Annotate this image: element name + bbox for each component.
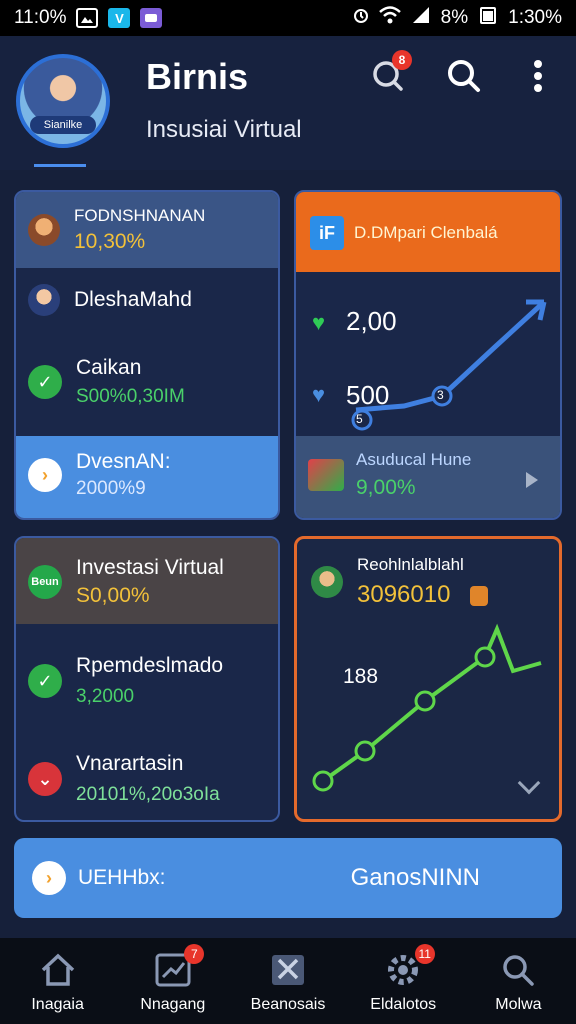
heart-icon: ♥: [312, 310, 326, 335]
nav-label: Eldalotos: [370, 996, 437, 1013]
bag-icon: [469, 586, 488, 606]
highlighted-row-content: Asuducal Hune 9,00%: [308, 450, 560, 500]
card-header-row: FODNSHNANAN 10,30%: [28, 206, 278, 254]
notification-button[interactable]: 8: [366, 50, 412, 98]
list-item-label: DvesnAN:: [76, 450, 171, 473]
avatar-icon: [28, 214, 60, 246]
chart-point: [474, 646, 496, 668]
notification-badge: 8: [392, 50, 412, 70]
wifi-icon: [378, 6, 401, 30]
growth-line-chart: [351, 299, 547, 431]
nav-item-home[interactable]: Inagaia: [0, 938, 115, 1024]
play-icon[interactable]: [526, 472, 538, 488]
card-header-label: D.DMpari Clenbalá: [354, 223, 498, 242]
status-bar: 11:0% V 8% 1:30%: [0, 0, 576, 36]
tools-icon: [272, 955, 304, 985]
avatar-icon: [28, 284, 60, 316]
card-header-value: S0,00%: [76, 584, 150, 607]
badge-icon: Beun: [28, 565, 62, 599]
money-icon: [308, 459, 344, 491]
chart-point-label: 3: [437, 388, 444, 402]
nav-label: Molwa: [495, 996, 542, 1013]
card-header-label: Investasi Virtual: [76, 556, 224, 579]
list-item-value: 3,2000: [76, 686, 135, 707]
nav-label: Inagaia: [31, 996, 84, 1013]
list-item[interactable]: ✓ Rpemdeslmado 3,2000: [28, 654, 278, 708]
more-options-button[interactable]: [516, 54, 560, 98]
portfolio-card[interactable]: FODNSHNANAN 10,30% DleshaMahd ✓ Caikan S…: [14, 190, 280, 520]
home-icon: [41, 953, 74, 986]
chart-point: [312, 770, 334, 792]
list-item-label: Vnarartasin: [76, 752, 184, 775]
card-header-row: Beun Investasi Virtual S0,00%: [28, 556, 278, 608]
investment-card[interactable]: Beun Investasi Virtual S0,00% ✓ Rpemdesl…: [14, 536, 280, 822]
chart-point: [354, 740, 376, 762]
performance-card[interactable]: Reohlnlalblahl 3096010 188: [294, 536, 562, 822]
chevron-right-icon: ›: [32, 861, 66, 895]
search-button[interactable]: [442, 54, 486, 98]
nav-label: Nnagang: [140, 996, 206, 1013]
page-subtitle: Insusiai Virtual: [146, 116, 302, 143]
card-header-row: iF D.DMpari Clenbalá: [310, 216, 560, 250]
battery-icon: [478, 5, 498, 31]
nav-item-business[interactable]: Beanosais: [230, 938, 345, 1024]
nav-item-manage[interactable]: 7 Nnagang: [115, 938, 230, 1024]
check-icon: ✓: [28, 664, 62, 698]
alarm-icon: [353, 6, 369, 30]
avatar-underline: [34, 164, 86, 167]
search-icon: [503, 955, 535, 986]
action-value: GanosNINN: [350, 864, 480, 891]
list-item[interactable]: ✓ Caikan S00%0,30IM: [28, 356, 278, 408]
avatar-icon: [311, 566, 343, 598]
battery-percent: 8%: [440, 7, 469, 28]
heart-icon: ♥: [312, 382, 326, 407]
nav-item-settings[interactable]: 11 Eldalotos: [346, 938, 461, 1024]
chart-point-label: 5: [356, 412, 363, 426]
highlighted-row-content: › DvesnAN: 2000%9: [28, 450, 278, 500]
bottom-navigation: Inagaia 7 Nnagang Beanosais 11 Eldalotos…: [0, 938, 576, 1024]
chart-point: [414, 690, 436, 712]
action-label: UEHHbx:: [78, 866, 166, 889]
chart-value-mid: 500: [346, 380, 390, 410]
check-icon: ✓: [28, 365, 62, 399]
card-header-value: 3096010: [357, 581, 451, 608]
nav-badge: 11: [414, 944, 435, 964]
list-item[interactable]: ⌄ Vnarartasin 20101%,20o3oIa: [28, 752, 278, 806]
signal-icon: [411, 6, 431, 30]
nav-item-search[interactable]: Molwa: [461, 938, 576, 1024]
card-header-label: FODNSHNANAN: [74, 206, 206, 225]
list-item-value: S00%0,30IM: [76, 386, 185, 407]
list-item[interactable]: DleshaMahd: [28, 284, 278, 316]
list-item-value: 9,00%: [356, 476, 416, 499]
page-title: Birnis: [146, 56, 249, 97]
list-item-label: DleshaMahd: [74, 288, 192, 311]
list-item-label: Rpemdeslmado: [76, 654, 224, 677]
app-logo-icon: iF: [310, 216, 344, 250]
card-header-value: 10,30%: [74, 230, 146, 253]
list-item-value: 2000%9: [76, 478, 146, 499]
nav-badge: 7: [184, 944, 205, 964]
chevron-down-icon: ⌄: [28, 762, 62, 796]
list-item-value: 20101%,20o3oIa: [76, 784, 220, 805]
avatar-tag: Sianilke: [30, 116, 96, 134]
nav-label: Beanosais: [250, 996, 326, 1013]
list-item-label: Asuducal Hune: [356, 450, 472, 469]
status-time-left: 11:0%: [14, 7, 67, 28]
more-vertical-icon: [534, 60, 542, 92]
status-time-right: 1:30%: [508, 7, 562, 28]
vimeo-icon: V: [108, 8, 131, 28]
chevron-right-icon: ›: [28, 458, 62, 492]
avatar[interactable]: Sianilke: [16, 54, 110, 148]
chat-app-icon: [140, 8, 163, 28]
primary-action-button[interactable]: › UEHHbx: GanosNINN: [14, 838, 562, 918]
card-header-label: Reohlnlalblahl: [357, 555, 464, 574]
search-icon: [448, 60, 480, 92]
card-header-row: Reohlnlalblahl 3096010: [311, 555, 559, 609]
app-header: Sianilke Birnis Insusiai Virtual 8: [0, 36, 576, 170]
chart-value-top: 2,00: [346, 306, 397, 336]
list-item-label: Caikan: [76, 356, 142, 379]
gallery-icon: [76, 8, 99, 28]
growth-card[interactable]: iF D.DMpari Clenbalá ♥ 2,00 ♥ 500 5 3 As…: [294, 190, 562, 520]
